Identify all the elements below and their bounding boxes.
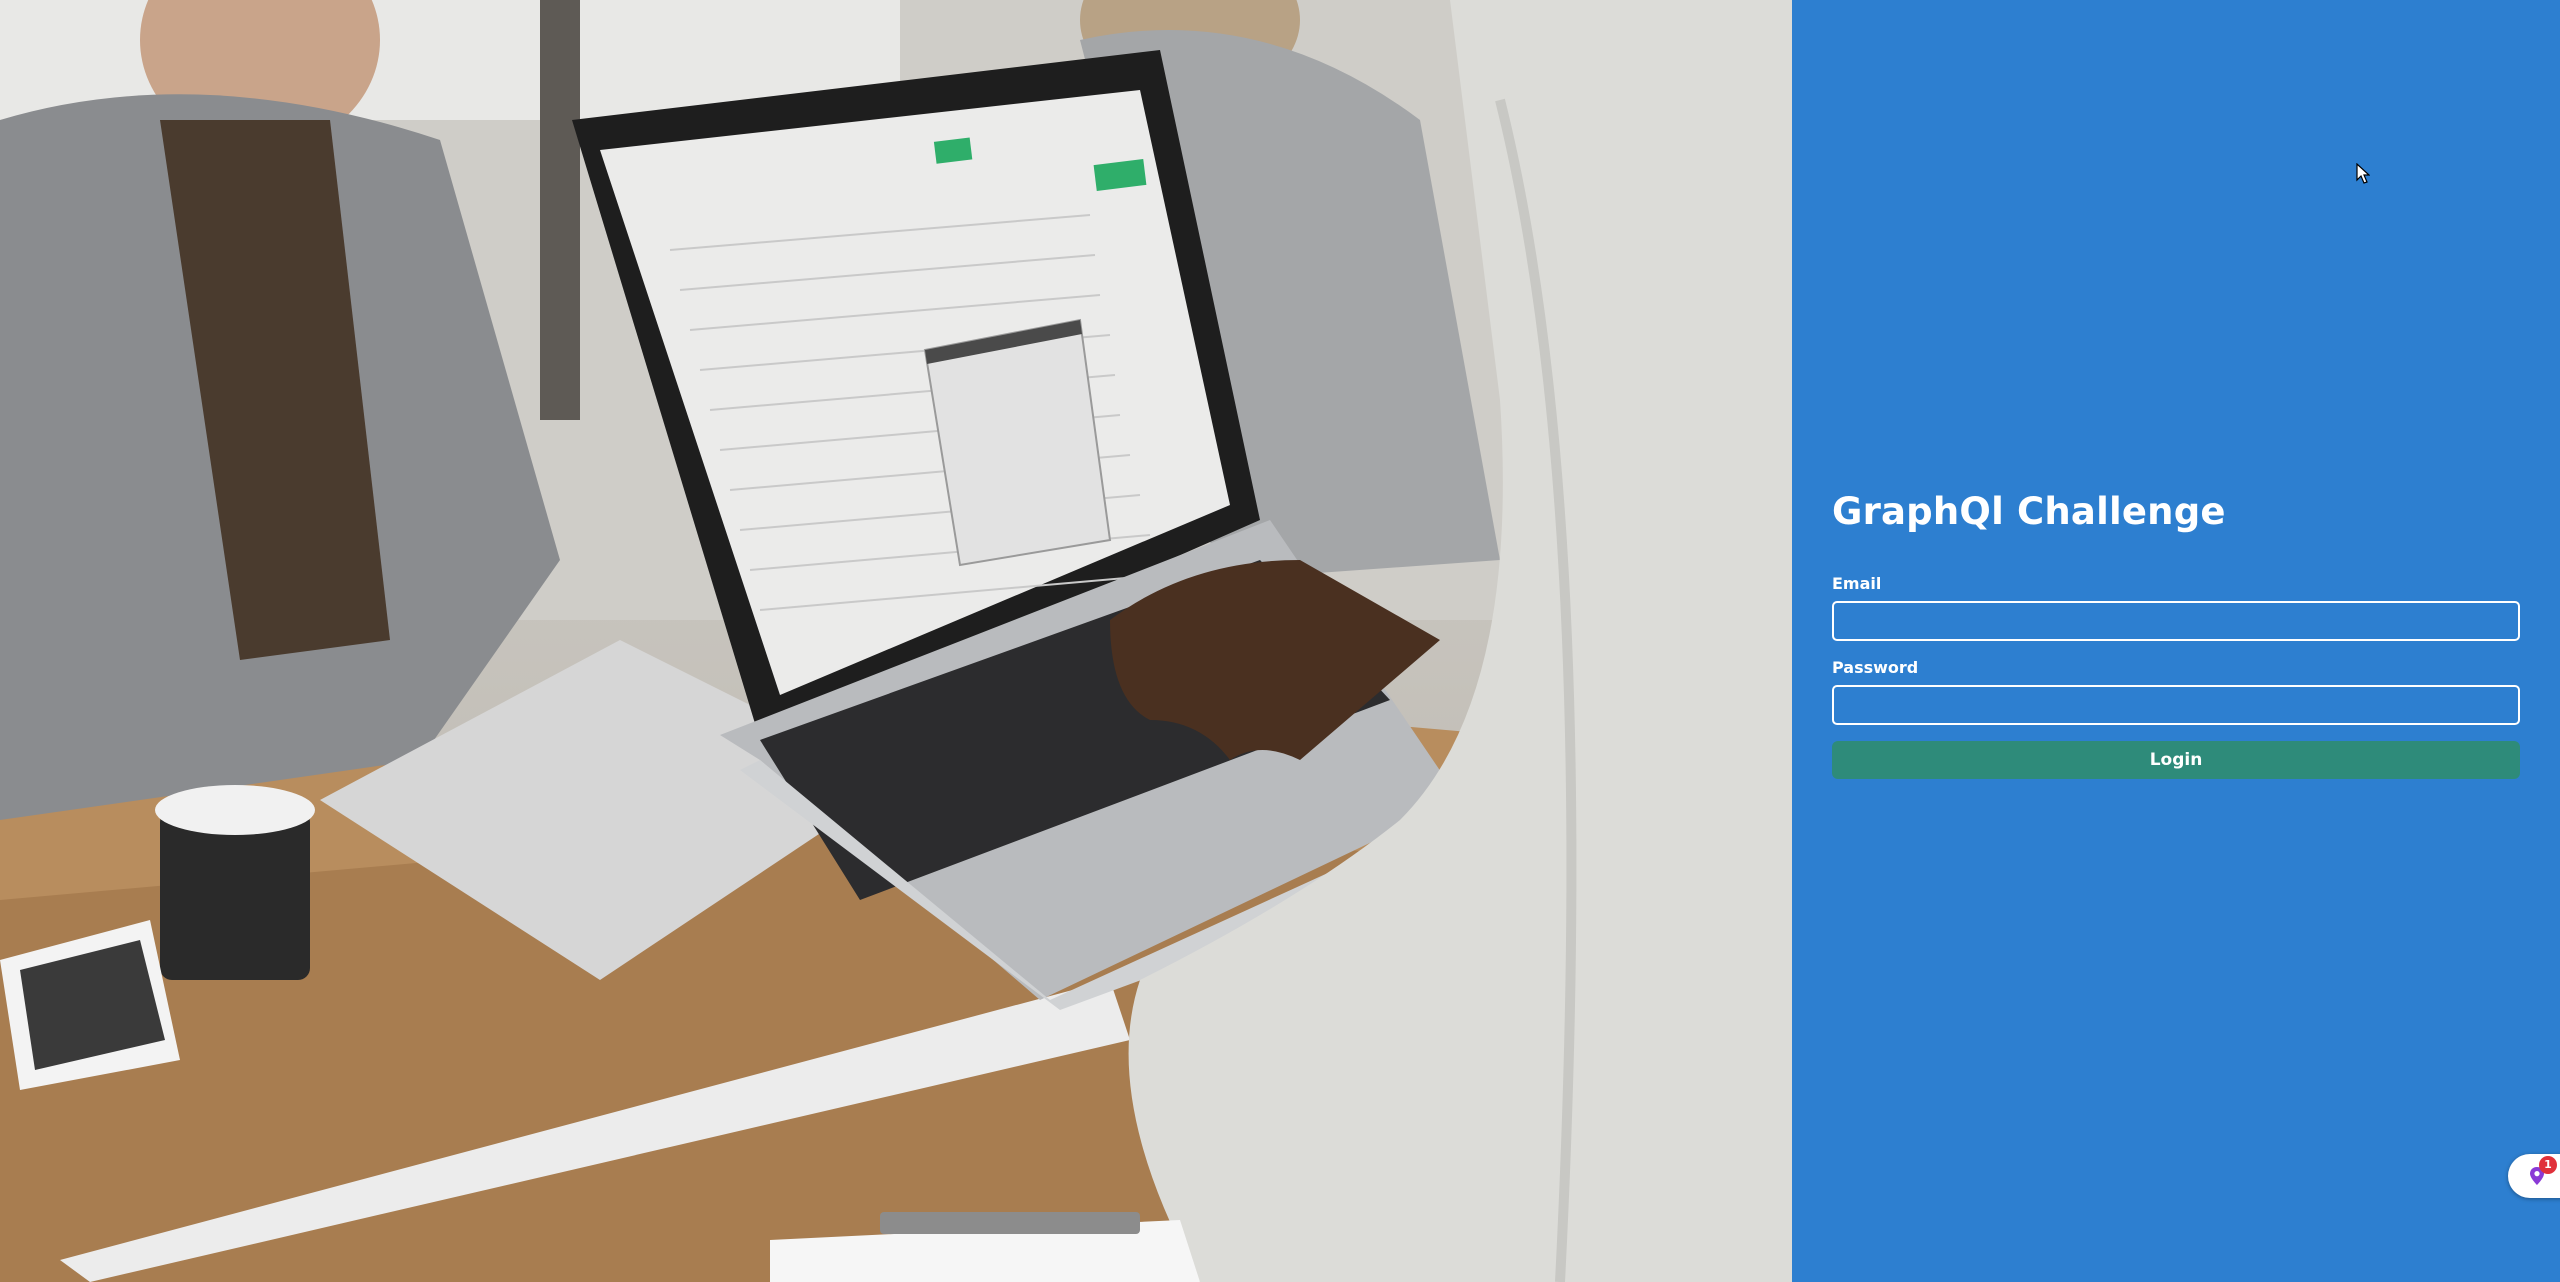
page-title: GraphQl Challenge bbox=[1832, 490, 2226, 533]
login-button[interactable]: Login bbox=[1832, 741, 2520, 779]
password-field[interactable] bbox=[1832, 685, 2520, 725]
notification-badge: 1 bbox=[2539, 1156, 2557, 1174]
password-label: Password bbox=[1832, 658, 1919, 677]
mouse-cursor-icon bbox=[2356, 163, 2370, 184]
login-panel: GraphQl Challenge Email Password Login bbox=[1792, 0, 2560, 1282]
office-laptop-illustration bbox=[0, 0, 1792, 1282]
email-label: Email bbox=[1832, 574, 1882, 593]
login-page: GraphQl Challenge Email Password Login 1 bbox=[0, 0, 2560, 1282]
background-photo bbox=[0, 0, 1792, 1282]
login-form: GraphQl Challenge Email Password Login bbox=[1832, 490, 2520, 779]
email-field[interactable] bbox=[1832, 601, 2520, 641]
